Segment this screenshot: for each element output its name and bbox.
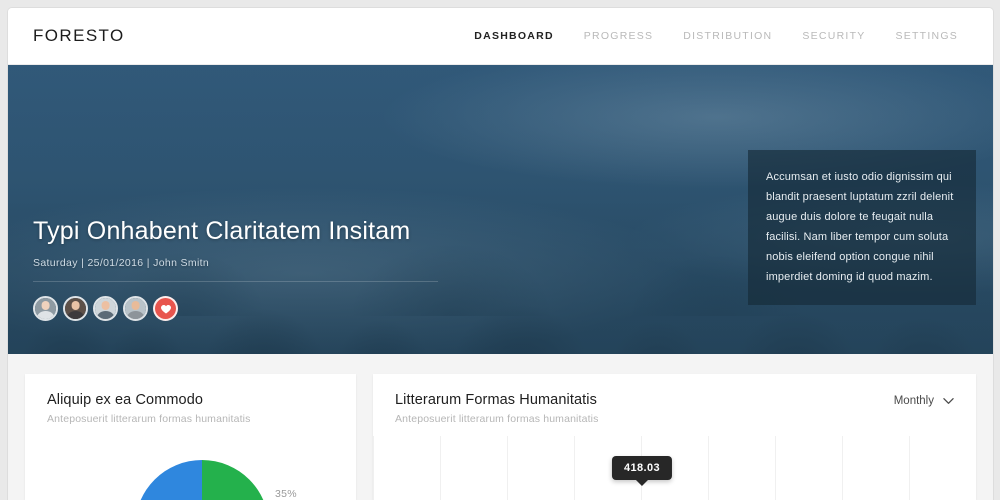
hero-content: Typi Onhabent Claritatem Insitam Saturda… xyxy=(33,217,453,321)
card-aliquip-ex-ea-commodo: Aliquip ex ea Commodo Anteposuerit litte… xyxy=(25,374,356,500)
hero-divider xyxy=(33,281,438,282)
period-dropdown-label: Monthly xyxy=(893,395,934,407)
avatar-head xyxy=(101,301,110,311)
nav-menu: DASHBOARD PROGRESS DISTRIBUTION SECURITY… xyxy=(474,30,973,42)
card-title: Litterarum Formas Humanitatis xyxy=(395,392,597,408)
card-litterarum-formas-humanitatis: Litterarum Formas Humanitatis Anteposuer… xyxy=(373,374,976,500)
avatar-head xyxy=(131,301,140,311)
hero-quote-text: Accumsan et iusto odio dignissim qui bla… xyxy=(766,171,954,284)
chart-gridline xyxy=(909,436,910,500)
chevron-down-icon xyxy=(943,398,954,404)
nav-item-settings[interactable]: SETTINGS xyxy=(895,30,958,42)
avatar-head xyxy=(41,301,50,311)
chart-gridline xyxy=(708,436,709,500)
avatar-2[interactable] xyxy=(63,296,88,321)
avatar-4[interactable] xyxy=(123,296,148,321)
chart-gridline xyxy=(440,436,441,500)
card-subtitle: Anteposuerit litterarum formas humanitat… xyxy=(47,413,251,425)
nav-item-progress[interactable]: PROGRESS xyxy=(584,30,654,42)
avatar-3[interactable] xyxy=(93,296,118,321)
nav-item-security[interactable]: SECURITY xyxy=(802,30,865,42)
avatar-1[interactable] xyxy=(33,296,58,321)
hero-title: Typi Onhabent Claritatem Insitam xyxy=(33,217,411,246)
card-header: Litterarum Formas Humanitatis Anteposuer… xyxy=(395,392,954,425)
period-dropdown[interactable]: Monthly xyxy=(894,392,954,407)
pie-chart[interactable] xyxy=(135,460,269,500)
hero-meta: Saturday | 25/01/2016 | John Smitn xyxy=(33,257,210,269)
chart-gridline xyxy=(507,436,508,500)
card-title: Aliquip ex ea Commodo xyxy=(47,392,204,408)
avatar-body xyxy=(66,310,85,319)
avatar-group xyxy=(33,296,453,321)
top-navigation-bar: FORESTO DASHBOARD PROGRESS DISTRIBUTION … xyxy=(8,8,993,65)
avatar-body xyxy=(36,310,55,319)
hero-banner: Typi Onhabent Claritatem Insitam Saturda… xyxy=(8,65,993,354)
like-button[interactable] xyxy=(153,296,178,321)
avatar-body xyxy=(126,310,145,319)
dashboard-content: Aliquip ex ea Commodo Anteposuerit litte… xyxy=(8,354,993,500)
card-subtitle: Anteposuerit litterarum formas humanitat… xyxy=(395,413,599,425)
nav-item-dashboard[interactable]: DASHBOARD xyxy=(474,30,554,42)
chart-gridline xyxy=(574,436,575,500)
chart-tooltip: 418.03 xyxy=(611,456,673,486)
card-heading-group: Litterarum Formas Humanitatis Anteposuer… xyxy=(395,392,599,425)
chart-gridline xyxy=(842,436,843,500)
pie-chart-area: 35% xyxy=(47,436,334,500)
heart-icon xyxy=(160,304,171,313)
line-chart-area[interactable]: 418.03 xyxy=(373,436,976,500)
avatar-body xyxy=(96,310,115,319)
nav-item-distribution[interactable]: DISTRIBUTION xyxy=(683,30,772,42)
pie-slice-label: 35% xyxy=(275,488,297,500)
hero-quote-box: Accumsan et iusto odio dignissim qui bla… xyxy=(748,150,976,306)
avatar-head xyxy=(71,301,80,311)
chart-gridline xyxy=(775,436,776,500)
app-page: FORESTO DASHBOARD PROGRESS DISTRIBUTION … xyxy=(8,8,993,500)
chart-gridline xyxy=(373,436,374,500)
brand-logo[interactable]: FORESTO xyxy=(33,26,125,46)
